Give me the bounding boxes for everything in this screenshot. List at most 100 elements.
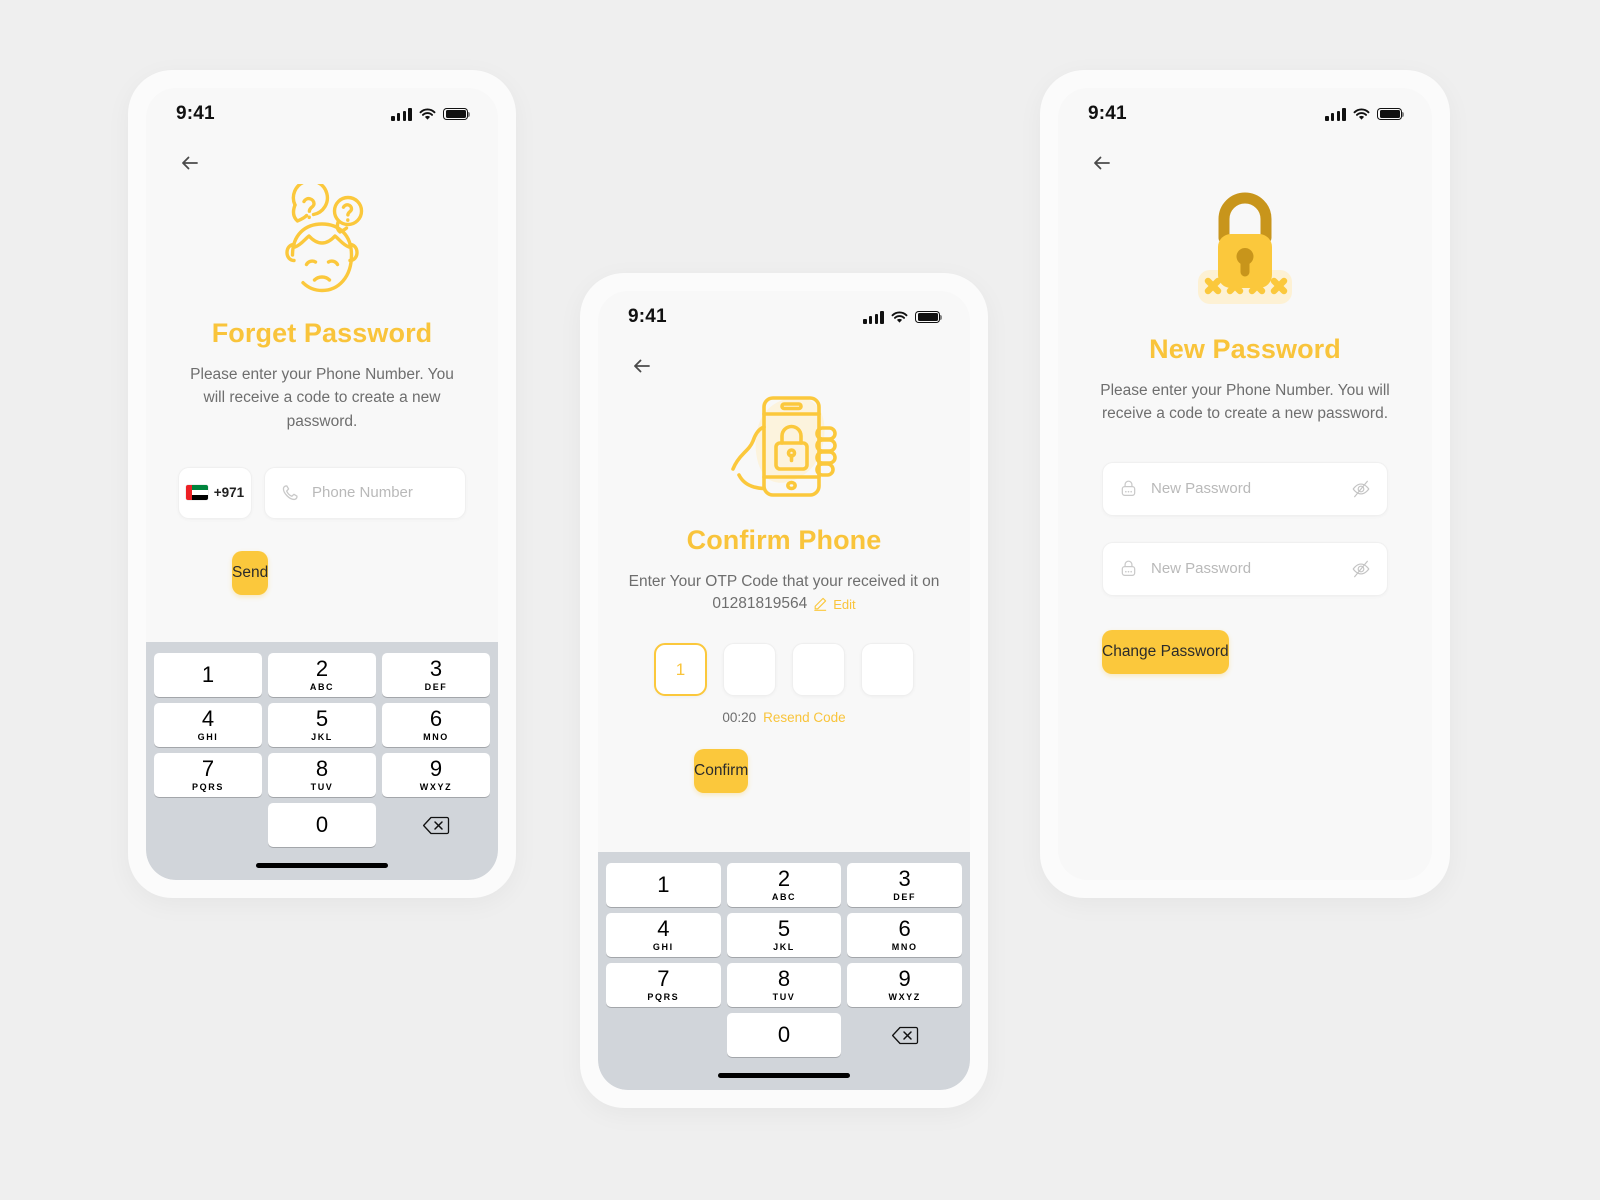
send-button[interactable]: Send: [232, 550, 269, 595]
keypad-row: 7 PQRS 8 TUV 9 WXYZ: [151, 750, 493, 800]
country-code-selector[interactable]: +971: [178, 466, 252, 519]
resend-row: 00:20 Resend Code: [598, 710, 970, 725]
eye-hidden-icon[interactable]: [1351, 479, 1371, 499]
phone-number-input[interactable]: Phone Number: [264, 466, 466, 519]
key-4[interactable]: 4 GHI: [606, 913, 721, 957]
status-bar-icons: [863, 310, 943, 324]
new-password-input-2[interactable]: New Password: [1102, 541, 1388, 596]
new-password-input-1[interactable]: New Password: [1102, 461, 1388, 516]
key-8[interactable]: 8 TUV: [268, 753, 376, 797]
confused-face-question-marks-icon: [285, 184, 364, 293]
status-bar: 9:41: [1058, 88, 1432, 134]
key-number: 0: [777, 1022, 791, 1047]
key-6[interactable]: 6 MNO: [382, 703, 490, 747]
wifi-icon: [891, 310, 908, 323]
battery-full-icon: [915, 310, 943, 324]
key-0[interactable]: 0: [726, 1013, 842, 1057]
phone-mockup-new-password: 9:41 New Password Please enter your Phon…: [1040, 70, 1450, 898]
screen-forget-password: 9:41 Forget Password Please enter your P…: [146, 88, 498, 880]
key-letters: GHI: [652, 942, 674, 952]
key-letters: PQRS: [647, 992, 680, 1002]
key-6[interactable]: 6 MNO: [847, 913, 963, 957]
edit-phone-link[interactable]: Edit: [833, 597, 855, 612]
key-letters: DEF: [893, 892, 917, 902]
key-letters: PQRS: [192, 782, 224, 792]
page-title: Forget Password: [211, 318, 433, 348]
key-number: 9: [898, 966, 911, 991]
padlock-xxxx-icon: [1198, 192, 1292, 304]
key-letters: WXYZ: [419, 782, 453, 792]
wifi-icon: [419, 107, 436, 120]
key-letters: TUV: [772, 992, 796, 1002]
back-arrow-icon[interactable]: [628, 351, 658, 381]
key-number: 0: [315, 812, 329, 837]
key-letters: DEF: [424, 682, 448, 692]
status-bar: 9:41: [146, 88, 498, 134]
keypad-row: 0: [151, 800, 493, 850]
key-9[interactable]: 9 WXYZ: [382, 753, 490, 797]
pencil-edit-icon[interactable]: [813, 597, 827, 612]
key-letters: ABC: [771, 892, 797, 902]
otp-digit-4[interactable]: [861, 643, 914, 697]
home-indicator: [151, 850, 493, 880]
canvas: 9:41 Forget Password Please enter your P…: [0, 0, 1600, 1200]
key-spacer: [606, 1013, 721, 1057]
key-backspace[interactable]: [382, 803, 490, 847]
key-7[interactable]: 7 PQRS: [154, 753, 262, 797]
key-3[interactable]: 3 DEF: [847, 863, 963, 907]
key-number: 1: [201, 662, 215, 687]
key-9[interactable]: 9 WXYZ: [847, 963, 963, 1007]
resend-code-link[interactable]: Resend Code: [763, 710, 846, 725]
keypad-row: 4 GHI 5 JKL 6 MNO: [151, 700, 493, 750]
phone-mockup-confirm-phone: 9:41 Confirm Phone Enter Your OTP Code t…: [580, 273, 988, 1108]
back-row-3: [1058, 134, 1432, 178]
key-1[interactable]: 1: [606, 863, 721, 907]
key-8[interactable]: 8 TUV: [726, 963, 842, 1007]
keypad-row: 7 PQRS 8 TUV 9 WXYZ: [603, 960, 965, 1010]
page-subtitle: Please enter your Phone Number. You will…: [1100, 382, 1390, 423]
confirm-button-wrap: Confirm: [598, 749, 970, 794]
key-1[interactable]: 1: [154, 653, 262, 697]
eye-hidden-icon[interactable]: [1351, 559, 1371, 579]
key-4[interactable]: 4 GHI: [154, 703, 262, 747]
otp-digit-2[interactable]: [723, 643, 776, 697]
back-arrow-icon[interactable]: [176, 148, 206, 178]
illustration-forget-password-wrap: [146, 184, 498, 302]
send-button-wrap: Send: [146, 550, 498, 595]
resend-timer: 00:20: [722, 710, 757, 726]
change-password-button[interactable]: Change Password: [1102, 629, 1229, 674]
uae-flag-icon: [185, 485, 208, 501]
key-7[interactable]: 7 PQRS: [606, 963, 721, 1007]
illustration-confirm-phone-wrap: [598, 387, 970, 509]
key-5[interactable]: 5 JKL: [268, 703, 376, 747]
numeric-keypad-2: 1 2 ABC 3 DEF 4 GHI 5 JKL 6 MNO 7 PQRS 8 TUV 9W…: [598, 852, 970, 1090]
status-bar-icons: [391, 107, 471, 121]
new-password-placeholder-2: New Password: [1151, 560, 1252, 577]
phone-number-edit-row: 01281819564 Edit: [598, 595, 970, 613]
key-5[interactable]: 5 JKL: [726, 913, 842, 957]
keypad-row: 1 2 ABC 3 DEF: [603, 860, 965, 910]
key-number: 2: [315, 656, 329, 681]
backspace-delete-icon: [422, 816, 450, 834]
key-2[interactable]: 2 ABC: [268, 653, 376, 697]
key-number: 2: [777, 866, 791, 891]
password-fields-wrap: New Password New Password Change Passwor…: [1058, 461, 1432, 674]
key-3[interactable]: 3 DEF: [382, 653, 490, 697]
keypad-row: 0: [603, 1010, 965, 1060]
status-bar-icons: [1325, 107, 1405, 121]
otp-digit-1[interactable]: 1: [654, 643, 707, 697]
key-0[interactable]: 0: [268, 803, 376, 847]
back-arrow-icon[interactable]: [1088, 148, 1118, 178]
confirm-button[interactable]: Confirm: [694, 749, 749, 794]
key-number: 6: [898, 916, 911, 941]
page-subtitle: Please enter your Phone Number. You will…: [190, 366, 454, 430]
hand-holding-phone-lock-icon: [731, 396, 837, 497]
phone-mockup-forget-password: 9:41 Forget Password Please enter your P…: [128, 70, 516, 898]
otp-digit-3[interactable]: [792, 643, 845, 697]
key-backspace[interactable]: [847, 1013, 962, 1057]
status-bar-time: 9:41: [176, 103, 215, 124]
key-2[interactable]: 2 ABC: [726, 863, 842, 907]
signal-bars-icon: [391, 107, 412, 121]
key-number: 4: [657, 916, 670, 941]
otp-input-group: 1: [598, 643, 970, 697]
